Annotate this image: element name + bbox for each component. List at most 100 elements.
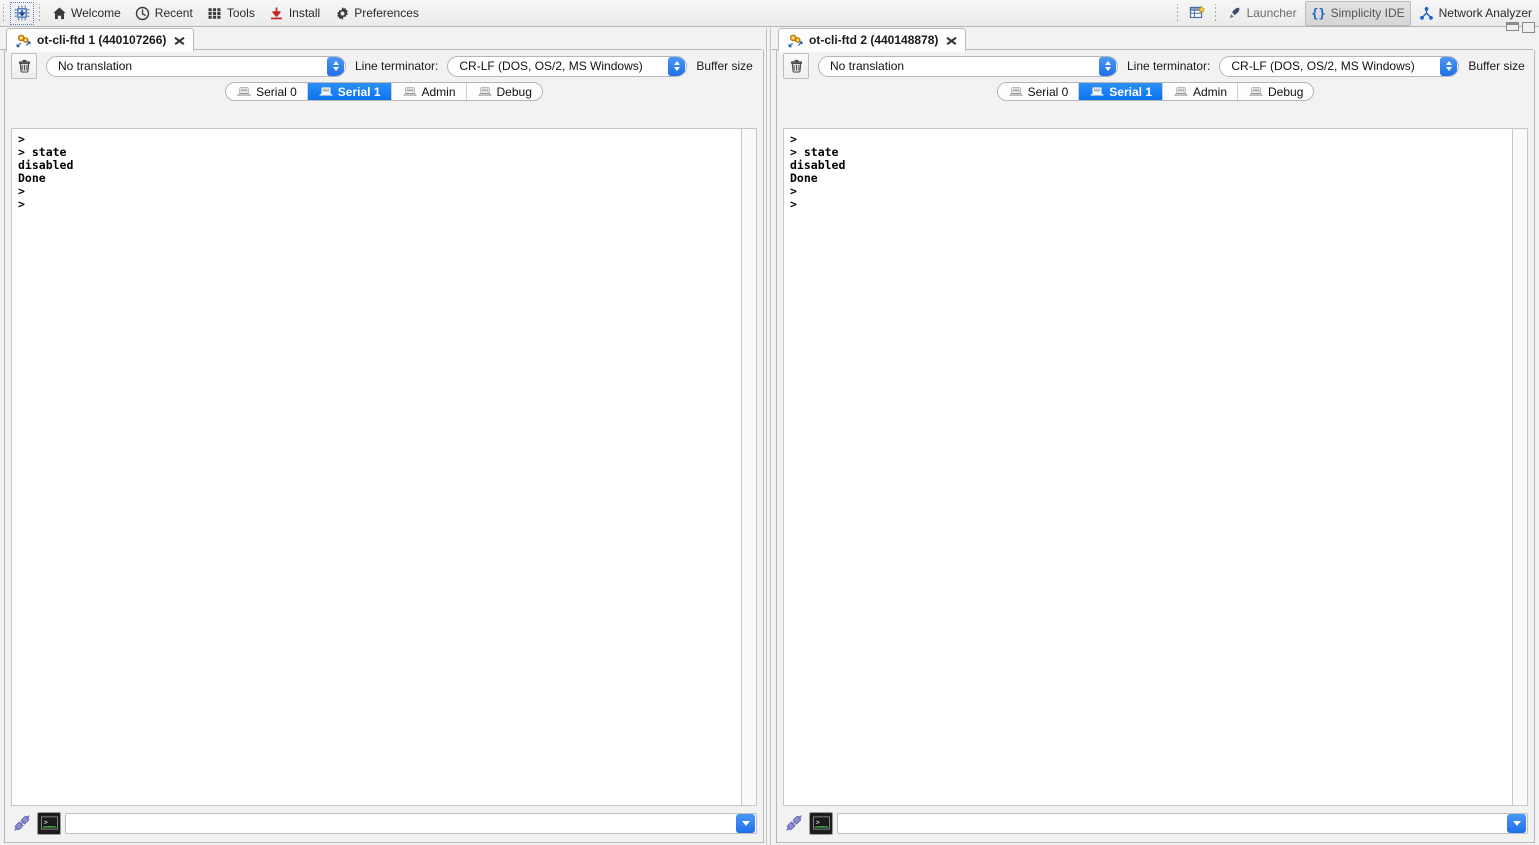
serial-tab-admin-right[interactable]: Admin [1163,83,1239,100]
command-input-left[interactable] [66,813,736,833]
command-input-wrapper-left[interactable] [65,812,757,834]
perspective-label-network-analyzer: Network Analyzer [1438,6,1532,20]
serial-console-icon [787,32,803,48]
serial-tab-strip-row-right: Serial 0 Serial 1 Admin Debug [777,82,1534,106]
network-icon [1419,5,1435,21]
console-pane-left: ot-cli-ftd 1 (440107266) No translation … [0,28,768,845]
serial-tab-strip-row-left: Serial 0 Serial 1 Admin Debug [5,82,763,106]
terminal-scrollbar-right[interactable] [1513,128,1528,806]
toolbar-button-tools[interactable]: Tools [201,1,261,26]
minimize-icon[interactable] [1506,22,1519,31]
keyboard-icon [1248,84,1264,100]
chip-download-icon[interactable] [10,1,34,25]
toolbar-label-tools: Tools [226,6,255,20]
editor-tab-row-right: ot-cli-ftd 2 (440148878) [772,28,1539,52]
line-terminator-label-left: Line terminator: [355,59,439,73]
braces-icon: {} [1311,5,1327,21]
terminal-icon[interactable]: >_ [37,811,61,835]
serial-console-icon [15,32,31,48]
toolbar-left-group: Welcome Recent Tools Install Preferences [0,0,426,26]
gear-icon [334,5,350,21]
serial-tab-admin-left[interactable]: Admin [392,83,467,100]
toolbar-drag-handle-2[interactable] [38,3,42,23]
keyboard-icon [1008,84,1024,100]
new-perspective-icon[interactable] [1183,1,1211,26]
close-icon[interactable] [174,35,185,46]
chevron-down-icon[interactable] [736,813,755,833]
translation-value-left: No translation [58,59,133,73]
chevron-updown-icon [1440,56,1458,76]
editor-area: ot-cli-ftd 1 (440107266) No translation … [0,28,1539,845]
maximize-icon[interactable] [1522,22,1535,33]
editor-tab-ot-cli-ftd-2[interactable]: ot-cli-ftd 2 (440148878) [778,28,967,52]
translation-select-left[interactable]: No translation [46,55,346,77]
perspective-bar-handle[interactable] [1213,3,1218,23]
perspective-launcher[interactable]: Launcher [1221,1,1303,26]
svg-text:>_: >_ [43,819,51,827]
line-terminator-value-left: CR-LF (DOS, OS/2, MS Windows) [459,59,643,73]
serial-tab-label: Debug [1268,84,1304,99]
close-icon[interactable] [946,35,957,46]
console-pane-right: ot-cli-ftd 2 (440148878) No translation … [772,28,1539,845]
console-config-row-left: No translation Line terminator: CR-LF (D… [5,50,763,82]
serial-tab-serial-1-right[interactable]: Serial 1 [1079,83,1163,100]
keyboard-icon [318,84,334,100]
toolbar-button-install[interactable]: Install [263,1,326,26]
terminal-icon[interactable]: >_ [809,811,833,835]
grid-icon [207,5,223,21]
toolbar-label-install: Install [288,6,321,20]
serial-tab-debug-right[interactable]: Debug [1238,83,1313,100]
chevron-updown-icon [327,56,344,76]
clear-console-button-left[interactable] [11,53,37,79]
perspective-drag-handle[interactable] [1175,3,1180,23]
console-body-right: No translation Line terminator: CR-LF (D… [776,50,1535,843]
svg-text:>_: >_ [815,819,823,827]
rocket-icon [1227,5,1243,21]
serial-tab-serial-1-left[interactable]: Serial 1 [307,83,392,100]
clear-console-button-right[interactable] [783,53,809,79]
command-input-row-right: >_ [783,810,1528,836]
keyboard-icon [236,84,252,100]
serial-tab-serial-0-left[interactable]: Serial 0 [226,83,308,100]
editor-tab-ot-cli-ftd-1[interactable]: ot-cli-ftd 1 (440107266) [6,28,195,52]
serial-tab-label: Debug [496,84,532,99]
toolbar-label-recent: Recent [154,6,193,20]
plug-disconnect-icon[interactable] [11,813,33,834]
terminal-scrollbar-left[interactable] [742,128,757,806]
translation-value-right: No translation [830,59,905,73]
serial-tab-label: Serial 0 [1027,84,1069,99]
toolbar-button-preferences[interactable]: Preferences [328,1,425,26]
serial-tab-serial-0-right[interactable]: Serial 0 [998,83,1080,100]
main-toolbar: Welcome Recent Tools Install Preferences… [0,0,1539,27]
serial-tab-label: Serial 0 [256,84,297,99]
command-input-right[interactable] [838,813,1507,833]
line-terminator-select-left[interactable]: CR-LF (DOS, OS/2, MS Windows) [447,55,688,77]
line-terminator-select-right[interactable]: CR-LF (DOS, OS/2, MS Windows) [1219,55,1460,77]
terminal-output-left[interactable]: > > state disabled Done > > [11,128,742,806]
editor-tab-title-right: ot-cli-ftd 2 (440148878) [809,33,939,47]
keyboard-icon [1173,84,1189,100]
toolbar-button-welcome[interactable]: Welcome [45,1,127,26]
console-body-left: No translation Line terminator: CR-LF (D… [4,50,764,843]
line-terminator-label-right: Line terminator: [1127,59,1211,73]
terminal-output-right[interactable]: > > state disabled Done > > [783,128,1513,806]
download-icon [269,5,285,21]
command-input-row-left: >_ [11,810,757,836]
toolbar-drag-handle[interactable] [2,3,6,23]
serial-tab-debug-left[interactable]: Debug [467,83,542,100]
plug-disconnect-icon[interactable] [783,813,805,834]
toolbar-right-group: Launcher {} Simplicity IDE Network Analy… [1174,0,1539,26]
keyboard-icon [477,84,493,100]
command-input-wrapper-right[interactable] [837,812,1528,834]
terminal-area-left: > > state disabled Done > > [11,128,757,806]
serial-tab-strip-right: Serial 0 Serial 1 Admin Debug [996,82,1315,101]
terminal-area-right: > > state disabled Done > > [783,128,1528,806]
console-config-row-right: No translation Line terminator: CR-LF (D… [777,50,1534,82]
perspective-simplicity-ide[interactable]: {} Simplicity IDE [1304,0,1411,26]
chevron-down-icon[interactable] [1507,813,1526,833]
serial-tab-strip-left: Serial 0 Serial 1 Admin Debug [225,82,543,101]
toolbar-button-recent[interactable]: Recent [129,1,199,26]
serial-tab-label: Admin [421,84,456,99]
translation-select-right[interactable]: No translation [818,55,1118,77]
buffer-size-label-right: Buffer size [1468,59,1525,73]
